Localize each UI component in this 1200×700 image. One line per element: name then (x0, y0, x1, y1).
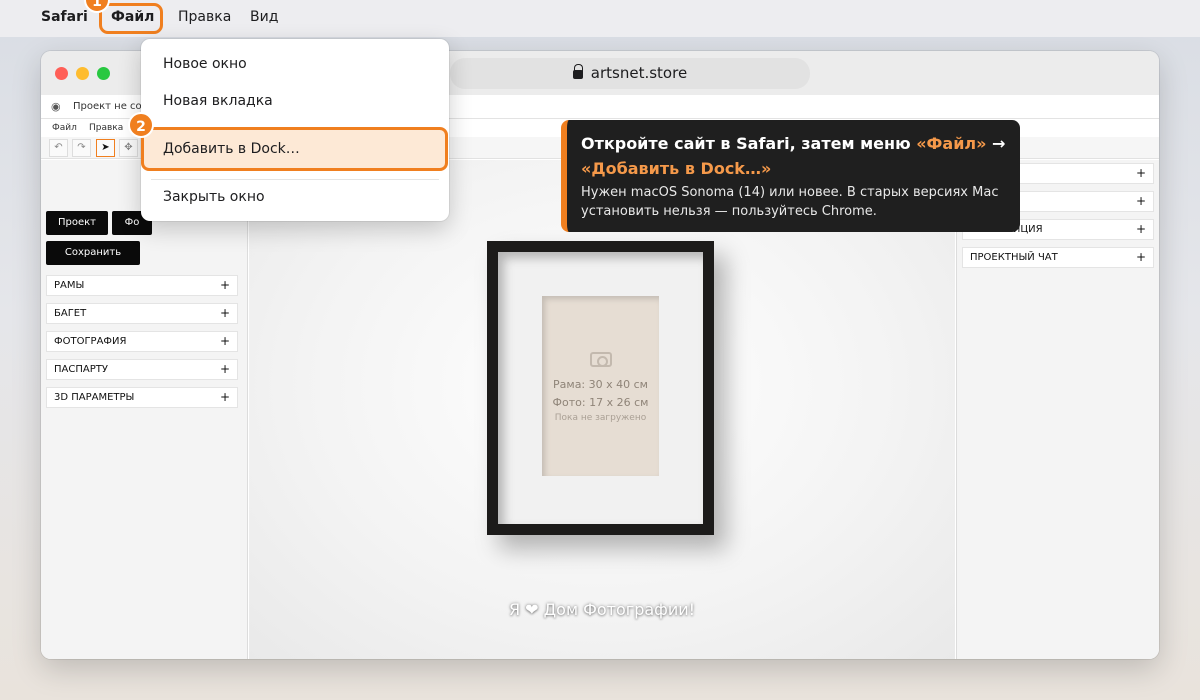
file-menu-highlight (99, 3, 163, 34)
app-menu-file[interactable]: Файл (52, 123, 77, 133)
tooltip-file-menu: «Файл» (916, 134, 987, 153)
section-3d-params[interactable]: 3D ПАРАМЕТРЫ + (46, 387, 238, 408)
brand-slogan: Я ❤ Дом Фотографии! (249, 600, 955, 619)
tooltip-title-text: Откройте сайт в Safari, затем меню (581, 134, 917, 153)
menu-safari[interactable]: Safari (41, 9, 88, 25)
project-button[interactable]: Проект (46, 211, 108, 235)
step-badge-2: 2 (128, 112, 154, 138)
section-label: БАГЕТ (54, 308, 87, 319)
camera-icon (590, 352, 612, 367)
photo-status-label: Пока не загружено (554, 413, 647, 423)
photo-placeholder[interactable]: Рама: 30 х 40 см Фото: 17 х 26 см Пока н… (542, 296, 659, 476)
url-text: artsnet.store (590, 64, 688, 82)
menu-item-new-window[interactable]: Новое окно (163, 56, 247, 72)
address-bar[interactable]: artsnet.store (450, 58, 810, 89)
menu-item-add-to-dock-label: Добавить в Dock… (163, 141, 300, 157)
section-photo[interactable]: ФОТОГРАФИЯ + (46, 331, 238, 352)
move-tool-icon[interactable]: ✥ (119, 139, 138, 157)
menu-item-new-tab[interactable]: Новая вкладка (163, 93, 273, 109)
plus-icon: + (1135, 194, 1146, 208)
file-menu-dropdown: Новое окно Новая вкладка Добавить в Dock… (141, 39, 449, 221)
eye-icon: ◉ (51, 100, 61, 113)
passepartout: Рама: 30 х 40 см Фото: 17 х 26 см Пока н… (498, 252, 703, 524)
minimize-window-button[interactable] (76, 67, 89, 80)
heart-icon: ❤ (525, 600, 539, 619)
redo-icon[interactable]: ↷ (72, 139, 91, 157)
zoom-window-button[interactable] (97, 67, 110, 80)
section-passepartout[interactable]: ПАСПАРТУ + (46, 359, 238, 380)
right-panel: + + ЭКСПОЗИЦИЯ+ ПРОЕКТНЫЙ ЧАТ+ (956, 160, 1159, 659)
instruction-tooltip: Откройте сайт в Safari, затем меню «Файл… (561, 120, 1020, 232)
section-label: ПАСПАРТУ (54, 364, 108, 375)
section-project-chat[interactable]: ПРОЕКТНЫЙ ЧАТ + (962, 247, 1154, 268)
tooltip-title: Откройте сайт в Safari, затем меню «Файл… (581, 131, 1006, 181)
tooltip-body: Нужен macOS Sonoma (14) или новее. В ста… (581, 185, 999, 219)
plus-icon: + (219, 278, 230, 292)
picture-frame: Рама: 30 х 40 см Фото: 17 х 26 см Пока н… (487, 241, 714, 535)
section-label: ФОТОГРАФИЯ (54, 336, 127, 347)
tooltip-add-to-dock: «Добавить в Dock…» (581, 159, 772, 178)
plus-icon: + (219, 306, 230, 320)
tooltip-arrow: → (986, 134, 1006, 153)
plus-icon: + (219, 362, 230, 376)
left-panel: Проект Фо Сохранить РАМЫ + БАГЕТ + ФОТОГРА… (41, 160, 248, 659)
section-baguette[interactable]: БАГЕТ + (46, 303, 238, 324)
plus-icon: + (1135, 166, 1146, 180)
app-menu-edit[interactable]: Правка (89, 123, 123, 133)
photo-size-label: Фото: 17 х 26 см (552, 396, 649, 409)
menu-divider (151, 179, 439, 180)
menu-item-close-window[interactable]: Закрыть окно (163, 189, 265, 205)
project-status-text: Проект не сох (73, 101, 148, 112)
pointer-tool-icon[interactable]: ➤ (96, 139, 115, 157)
menu-view[interactable]: Вид (250, 9, 278, 25)
undo-icon[interactable]: ↶ (49, 139, 68, 157)
slogan-pre: Я (508, 600, 521, 619)
slogan-post: Дом Фотографии! (543, 600, 696, 619)
section-label: 3D ПАРАМЕТРЫ (54, 392, 135, 403)
plus-icon: + (1135, 250, 1146, 264)
section-label: ПРОЕКТНЫЙ ЧАТ (970, 252, 1058, 263)
save-button[interactable]: Сохранить (46, 241, 140, 265)
section-label: РАМЫ (54, 280, 85, 291)
plus-icon: + (219, 334, 230, 348)
lock-icon (572, 64, 584, 79)
menu-bar: Safari Файл Правка Вид (0, 0, 1200, 37)
plus-icon: + (219, 390, 230, 404)
plus-icon: + (1135, 222, 1146, 236)
section-frames[interactable]: РАМЫ + (46, 275, 238, 296)
menu-edit[interactable]: Правка (178, 9, 231, 25)
frame-size-label: Рама: 30 х 40 см (553, 378, 648, 391)
close-window-button[interactable] (55, 67, 68, 80)
frame-canvas[interactable]: Рама: 30 х 40 см Фото: 17 х 26 см Пока н… (249, 160, 955, 659)
